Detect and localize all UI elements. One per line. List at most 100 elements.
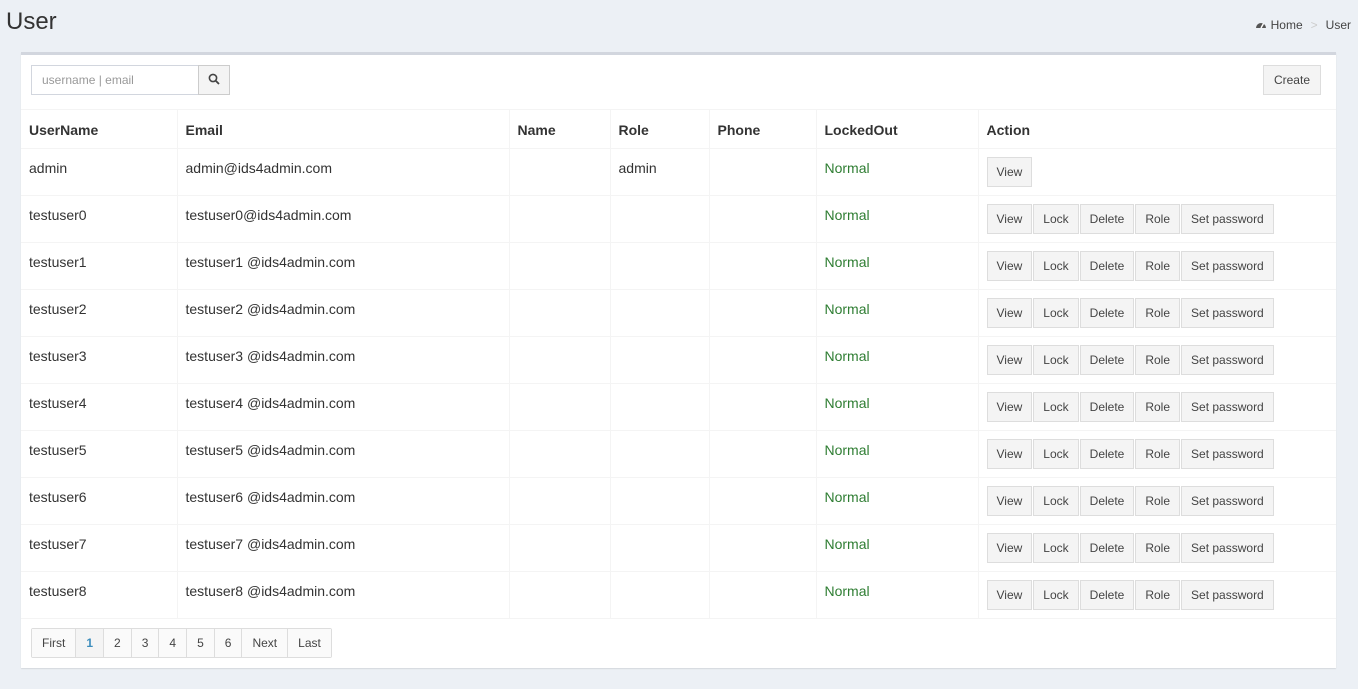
cell-locked-out: Normal xyxy=(816,148,979,196)
lock-button[interactable]: Lock xyxy=(1033,250,1079,281)
cell-locked-out: Normal xyxy=(816,195,979,243)
create-button[interactable]: Create xyxy=(1262,65,1321,95)
role-button[interactable]: Role xyxy=(1135,532,1181,563)
role-button[interactable]: Role xyxy=(1135,344,1181,375)
cell-name xyxy=(509,430,611,478)
cell-actions: View xyxy=(978,148,1336,196)
lock-button[interactable]: Lock xyxy=(1033,579,1079,610)
view-button[interactable]: View xyxy=(986,391,1033,422)
set-password-button[interactable]: Set password xyxy=(1181,391,1274,422)
page-link-last[interactable]: Last xyxy=(288,629,331,657)
view-button[interactable]: View xyxy=(986,344,1033,375)
page-link-5[interactable]: 5 xyxy=(187,629,215,657)
role-button[interactable]: Role xyxy=(1135,297,1181,328)
set-password-button[interactable]: Set password xyxy=(1181,579,1274,610)
role-button[interactable]: Role xyxy=(1135,579,1181,610)
cell-role: admin xyxy=(610,148,710,196)
view-button[interactable]: View xyxy=(986,203,1033,234)
cell-actions: View Lock Delete Role Set password xyxy=(978,242,1336,290)
set-password-button[interactable]: Set password xyxy=(1181,485,1274,516)
view-button[interactable]: View xyxy=(986,438,1033,469)
page-link-next[interactable]: Next xyxy=(242,629,289,657)
cell-phone xyxy=(709,383,817,431)
role-button[interactable]: Role xyxy=(1135,391,1181,422)
set-password-button[interactable]: Set password xyxy=(1181,532,1274,563)
page-link-1[interactable]: 1 xyxy=(76,629,105,657)
cell-name xyxy=(509,195,611,243)
view-button[interactable]: View xyxy=(986,156,1033,187)
cell-phone xyxy=(709,477,817,525)
role-button[interactable]: Role xyxy=(1135,250,1181,281)
cell-phone xyxy=(709,336,817,384)
lock-button[interactable]: Lock xyxy=(1033,391,1079,422)
cell-role xyxy=(610,289,710,337)
cell-email: testuser6 @ids4admin.com xyxy=(177,477,510,525)
search-input[interactable] xyxy=(31,65,198,95)
breadcrumb: Home > User xyxy=(1255,18,1351,32)
cell-username: testuser8 xyxy=(21,571,178,619)
page-link-6[interactable]: 6 xyxy=(214,629,243,657)
search-button[interactable] xyxy=(198,65,230,95)
cell-role xyxy=(610,477,710,525)
lock-button[interactable]: Lock xyxy=(1033,344,1079,375)
breadcrumb-home-link[interactable]: Home xyxy=(1271,18,1303,32)
table-row: testuser1 testuser1 @ids4admin.com Normal V… xyxy=(21,242,1336,290)
cell-username: testuser3 xyxy=(21,336,178,384)
column-header-name: Name xyxy=(509,110,611,149)
role-button[interactable]: Role xyxy=(1135,203,1181,234)
lock-button[interactable]: Lock xyxy=(1033,297,1079,328)
column-header-username: UserName xyxy=(21,110,178,149)
set-password-button[interactable]: Set password xyxy=(1181,297,1274,328)
set-password-button[interactable]: Set password xyxy=(1181,438,1274,469)
view-button[interactable]: View xyxy=(986,532,1033,563)
view-button[interactable]: View xyxy=(986,485,1033,516)
role-button[interactable]: Role xyxy=(1135,485,1181,516)
page-link-first[interactable]: First xyxy=(32,629,77,657)
column-header-lockedout: LockedOut xyxy=(816,110,979,149)
cell-locked-out: Normal xyxy=(816,524,979,572)
cell-name xyxy=(509,383,611,431)
cell-locked-out: Normal xyxy=(816,430,979,478)
delete-button[interactable]: Delete xyxy=(1079,250,1135,281)
view-button[interactable]: View xyxy=(986,579,1033,610)
cell-email: admin@ids4admin.com xyxy=(177,148,510,196)
delete-button[interactable]: Delete xyxy=(1079,391,1135,422)
delete-button[interactable]: Delete xyxy=(1079,579,1135,610)
lock-button[interactable]: Lock xyxy=(1033,485,1079,516)
delete-button[interactable]: Delete xyxy=(1079,532,1135,563)
cell-actions: View Lock Delete Role Set password xyxy=(978,571,1336,619)
search-icon xyxy=(208,73,220,88)
page-link-3[interactable]: 3 xyxy=(131,629,160,657)
cell-locked-out: Normal xyxy=(816,571,979,619)
lock-button[interactable]: Lock xyxy=(1033,532,1079,563)
cell-actions: View Lock Delete Role Set password xyxy=(978,336,1336,384)
users-table: UserName Email Name Role Phone LockedOut Actio… xyxy=(21,110,1336,619)
delete-button[interactable]: Delete xyxy=(1079,297,1135,328)
lock-button[interactable]: Lock xyxy=(1033,438,1079,469)
view-button[interactable]: View xyxy=(986,297,1033,328)
column-header-role: Role xyxy=(610,110,710,149)
cell-role xyxy=(610,242,710,290)
cell-name xyxy=(509,289,611,337)
set-password-button[interactable]: Set password xyxy=(1181,250,1274,281)
delete-button[interactable]: Delete xyxy=(1079,485,1135,516)
lock-button[interactable]: Lock xyxy=(1033,203,1079,234)
table-header-row: UserName Email Name Role Phone LockedOut Actio… xyxy=(21,110,1336,149)
cell-name xyxy=(509,148,611,196)
role-button[interactable]: Role xyxy=(1135,438,1181,469)
delete-button[interactable]: Delete xyxy=(1079,203,1135,234)
delete-button[interactable]: Delete xyxy=(1079,344,1135,375)
table-row: testuser4 testuser4 @ids4admin.com Normal V… xyxy=(21,383,1336,431)
cell-role xyxy=(610,430,710,478)
column-header-phone: Phone xyxy=(709,110,817,149)
cell-name xyxy=(509,524,611,572)
page-link-4[interactable]: 4 xyxy=(159,629,188,657)
set-password-button[interactable]: Set password xyxy=(1181,344,1274,375)
cell-email: testuser8 @ids4admin.com xyxy=(177,571,510,619)
view-button[interactable]: View xyxy=(986,250,1033,281)
cell-locked-out: Normal xyxy=(816,477,979,525)
set-password-button[interactable]: Set password xyxy=(1181,203,1274,234)
page-link-2[interactable]: 2 xyxy=(104,629,132,657)
delete-button[interactable]: Delete xyxy=(1079,438,1135,469)
dashboard-icon xyxy=(1255,19,1267,32)
